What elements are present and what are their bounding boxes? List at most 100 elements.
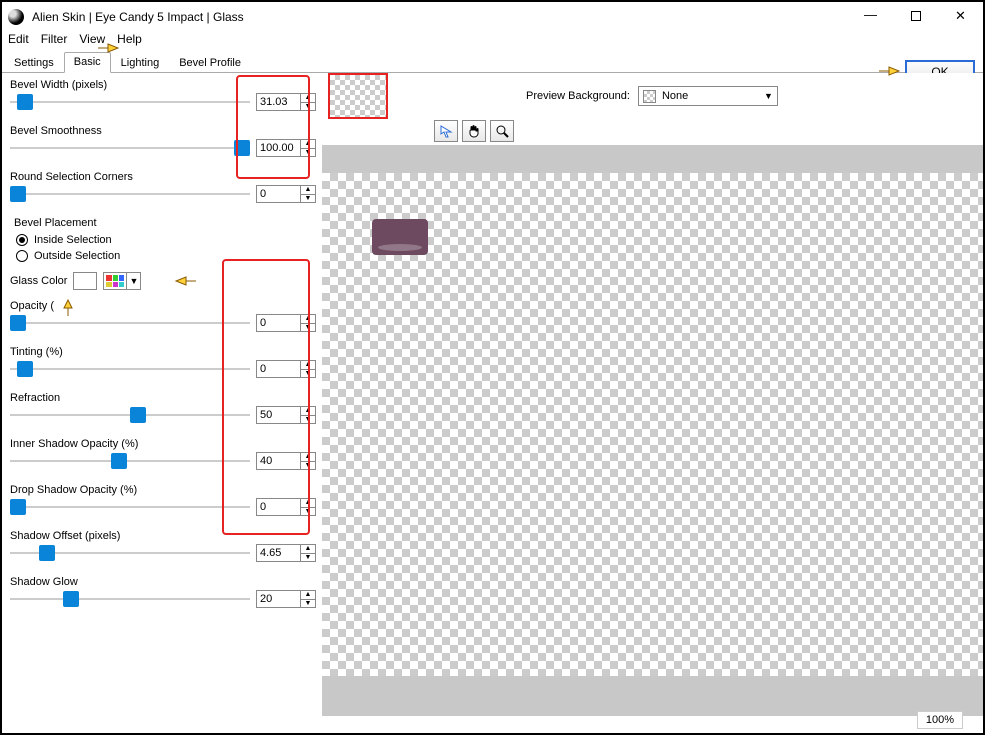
tab-strip: Settings Basic Lighting Bevel Profile bbox=[2, 51, 983, 73]
slider-inner-shadow[interactable] bbox=[10, 454, 250, 468]
tab-lighting[interactable]: Lighting bbox=[111, 53, 170, 73]
spin-down[interactable]: ▼ bbox=[301, 416, 315, 424]
app-icon bbox=[8, 9, 24, 25]
input-bevel-width[interactable] bbox=[256, 93, 300, 111]
chevron-down-icon: ▼ bbox=[764, 91, 773, 101]
spin-up[interactable]: ▲ bbox=[301, 140, 315, 149]
tab-bevel-profile[interactable]: Bevel Profile bbox=[169, 53, 251, 73]
settings-panel: Bevel Width (pixels) ▲▼ Bevel Smoothness… bbox=[2, 73, 322, 716]
spin-up[interactable]: ▲ bbox=[301, 453, 315, 462]
input-refraction[interactable] bbox=[256, 406, 300, 424]
slider-tinting[interactable] bbox=[10, 362, 250, 376]
spin-up[interactable]: ▲ bbox=[301, 591, 315, 600]
palette-dropdown-arrow[interactable]: ▼ bbox=[127, 272, 141, 290]
window-title: Alien Skin | Eye Candy 5 Impact | Glass bbox=[32, 10, 848, 24]
param-shadow-glow: Shadow Glow ▲▼ bbox=[10, 576, 316, 608]
param-refraction: Refraction ▲▼ bbox=[10, 392, 316, 424]
label: Shadow Glow bbox=[10, 576, 316, 588]
tab-basic[interactable]: Basic bbox=[64, 52, 111, 73]
menu-filter[interactable]: Filter bbox=[41, 32, 68, 46]
label: Bevel Smoothness bbox=[10, 125, 316, 137]
close-button[interactable] bbox=[938, 2, 983, 30]
slider-round-corners[interactable] bbox=[10, 187, 250, 201]
preview-panel: Preview Background: None ▼ bbox=[322, 73, 983, 716]
minimize-button[interactable] bbox=[848, 2, 893, 30]
label: Shadow Offset (pixels) bbox=[10, 530, 316, 542]
menu-edit[interactable]: Edit bbox=[8, 32, 29, 46]
tab-settings[interactable]: Settings bbox=[4, 53, 64, 73]
slider-refraction[interactable] bbox=[10, 408, 250, 422]
spin-down[interactable]: ▼ bbox=[301, 103, 315, 111]
slider-drop-shadow[interactable] bbox=[10, 500, 250, 514]
param-shadow-offset: Shadow Offset (pixels) ▲▼ bbox=[10, 530, 316, 562]
select-value: None bbox=[662, 90, 688, 102]
label: Bevel Width (pixels) bbox=[10, 79, 316, 91]
param-tinting: Tinting (%) ▲▼ bbox=[10, 346, 316, 378]
input-inner-shadow[interactable] bbox=[256, 452, 300, 470]
pointer-tool-button[interactable] bbox=[434, 120, 458, 142]
param-opacity: Opacity ( ▲▼ bbox=[10, 300, 316, 332]
slider-opacity[interactable] bbox=[10, 316, 250, 330]
spin-down[interactable]: ▼ bbox=[301, 195, 315, 203]
param-bevel-width: Bevel Width (pixels) ▲▼ bbox=[10, 79, 316, 111]
input-opacity[interactable] bbox=[256, 314, 300, 332]
radio-inside-selection[interactable]: Inside Selection bbox=[14, 232, 316, 248]
maximize-button[interactable] bbox=[893, 2, 938, 30]
input-shadow-offset[interactable] bbox=[256, 544, 300, 562]
label: Tinting (%) bbox=[10, 346, 316, 358]
preview-background-select[interactable]: None ▼ bbox=[638, 86, 778, 106]
input-tinting[interactable] bbox=[256, 360, 300, 378]
param-inner-shadow-opacity: Inner Shadow Opacity (%) ▲▼ bbox=[10, 438, 316, 470]
palette-button[interactable] bbox=[103, 272, 127, 290]
bevel-placement-group: Bevel Placement Inside Selection Outside… bbox=[14, 217, 316, 264]
param-round-corners: Round Selection Corners ▲▼ bbox=[10, 171, 316, 203]
label: Opacity ( bbox=[10, 300, 316, 312]
title-bar: Alien Skin | Eye Candy 5 Impact | Glass bbox=[2, 2, 983, 32]
spin-up[interactable]: ▲ bbox=[301, 545, 315, 554]
radio-label: Inside Selection bbox=[34, 234, 112, 246]
menu-view[interactable]: View bbox=[79, 32, 105, 46]
label: Inner Shadow Opacity (%) bbox=[10, 438, 316, 450]
spin-down[interactable]: ▼ bbox=[301, 600, 315, 608]
hand-tool-button[interactable] bbox=[462, 120, 486, 142]
slider-bevel-smoothness[interactable] bbox=[10, 141, 250, 155]
glass-color-row: Glass Color ▼ bbox=[10, 272, 316, 290]
spin-up[interactable]: ▲ bbox=[301, 186, 315, 195]
glass-color-label: Glass Color bbox=[10, 275, 67, 287]
spin-down[interactable]: ▼ bbox=[301, 370, 315, 378]
zoom-tool-button[interactable] bbox=[490, 120, 514, 142]
spin-up[interactable]: ▲ bbox=[301, 499, 315, 508]
spin-down[interactable]: ▼ bbox=[301, 554, 315, 562]
checker-icon bbox=[643, 90, 656, 103]
label: Refraction bbox=[10, 392, 316, 404]
slider-bevel-width[interactable] bbox=[10, 95, 250, 109]
spin-up[interactable]: ▲ bbox=[301, 361, 315, 370]
input-drop-shadow[interactable] bbox=[256, 498, 300, 516]
slider-shadow-glow[interactable] bbox=[10, 592, 250, 606]
spin-down[interactable]: ▼ bbox=[301, 462, 315, 470]
spin-up[interactable]: ▲ bbox=[301, 94, 315, 103]
param-bevel-smoothness: Bevel Smoothness ▲▼ bbox=[10, 125, 316, 157]
spin-down[interactable]: ▼ bbox=[301, 508, 315, 516]
radio-icon bbox=[16, 250, 28, 262]
spin-down[interactable]: ▼ bbox=[301, 324, 315, 332]
navigator-thumbnail[interactable] bbox=[328, 73, 388, 119]
param-drop-shadow-opacity: Drop Shadow Opacity (%) ▲▼ bbox=[10, 484, 316, 516]
input-shadow-glow[interactable] bbox=[256, 590, 300, 608]
spin-up[interactable]: ▲ bbox=[301, 315, 315, 324]
input-round-corners[interactable] bbox=[256, 185, 300, 203]
pointer-hand-icon bbox=[174, 271, 198, 291]
slider-shadow-offset[interactable] bbox=[10, 546, 250, 560]
spin-up[interactable]: ▲ bbox=[301, 407, 315, 416]
preview-toolbar: Preview Background: None ▼ bbox=[322, 73, 983, 119]
preview-padding-top bbox=[322, 145, 983, 173]
spin-down[interactable]: ▼ bbox=[301, 149, 315, 157]
menu-help[interactable]: Help bbox=[117, 32, 142, 46]
label: Drop Shadow Opacity (%) bbox=[10, 484, 316, 496]
radio-outside-selection[interactable]: Outside Selection bbox=[14, 248, 316, 264]
input-bevel-smoothness[interactable] bbox=[256, 139, 300, 157]
color-swatch[interactable] bbox=[73, 272, 97, 290]
preview-canvas[interactable] bbox=[322, 173, 983, 676]
menu-bar: Edit Filter View Help bbox=[2, 32, 983, 49]
preview-padding-bottom bbox=[322, 676, 983, 716]
